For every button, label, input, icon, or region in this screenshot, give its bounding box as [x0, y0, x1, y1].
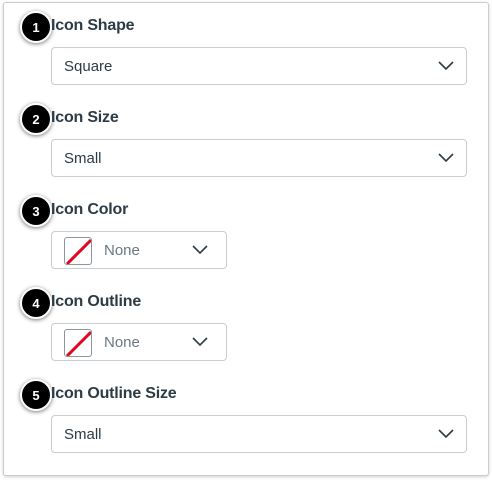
step-badge-4: 4: [20, 287, 52, 319]
icon-shape-label: Icon Shape: [51, 17, 135, 34]
icon-color-label: Icon Color: [51, 201, 129, 218]
icon-shape-value: Square: [64, 57, 113, 75]
icon-settings-panel: 1 Icon Shape Square 2 Icon Size Small 3 …: [3, 2, 489, 476]
icon-outline-picker[interactable]: None: [51, 323, 227, 361]
icon-color-value: None: [104, 242, 140, 259]
icon-outline-size-select[interactable]: Small: [51, 415, 467, 453]
icon-color-picker[interactable]: None: [51, 231, 227, 269]
no-color-swatch-icon: [64, 237, 92, 265]
step-badge-3: 3: [20, 195, 52, 227]
chevron-down-icon: [438, 429, 454, 439]
icon-outline-size-label: Icon Outline Size: [51, 385, 177, 402]
icon-size-label: Icon Size: [51, 109, 119, 126]
icon-outline-label: Icon Outline: [51, 293, 142, 310]
icon-shape-select[interactable]: Square: [51, 47, 467, 85]
chevron-down-icon: [438, 153, 454, 163]
chevron-down-icon: [192, 337, 208, 347]
icon-outline-value: None: [104, 334, 140, 351]
chevron-down-icon: [438, 61, 454, 71]
icon-size-select[interactable]: Small: [51, 139, 467, 177]
icon-outline-size-value: Small: [64, 425, 102, 443]
icon-size-value: Small: [64, 149, 102, 167]
step-badge-1: 1: [20, 11, 52, 43]
no-color-swatch-icon: [64, 329, 92, 357]
step-badge-5: 5: [20, 379, 52, 411]
step-badge-2: 2: [20, 103, 52, 135]
chevron-down-icon: [192, 245, 208, 255]
